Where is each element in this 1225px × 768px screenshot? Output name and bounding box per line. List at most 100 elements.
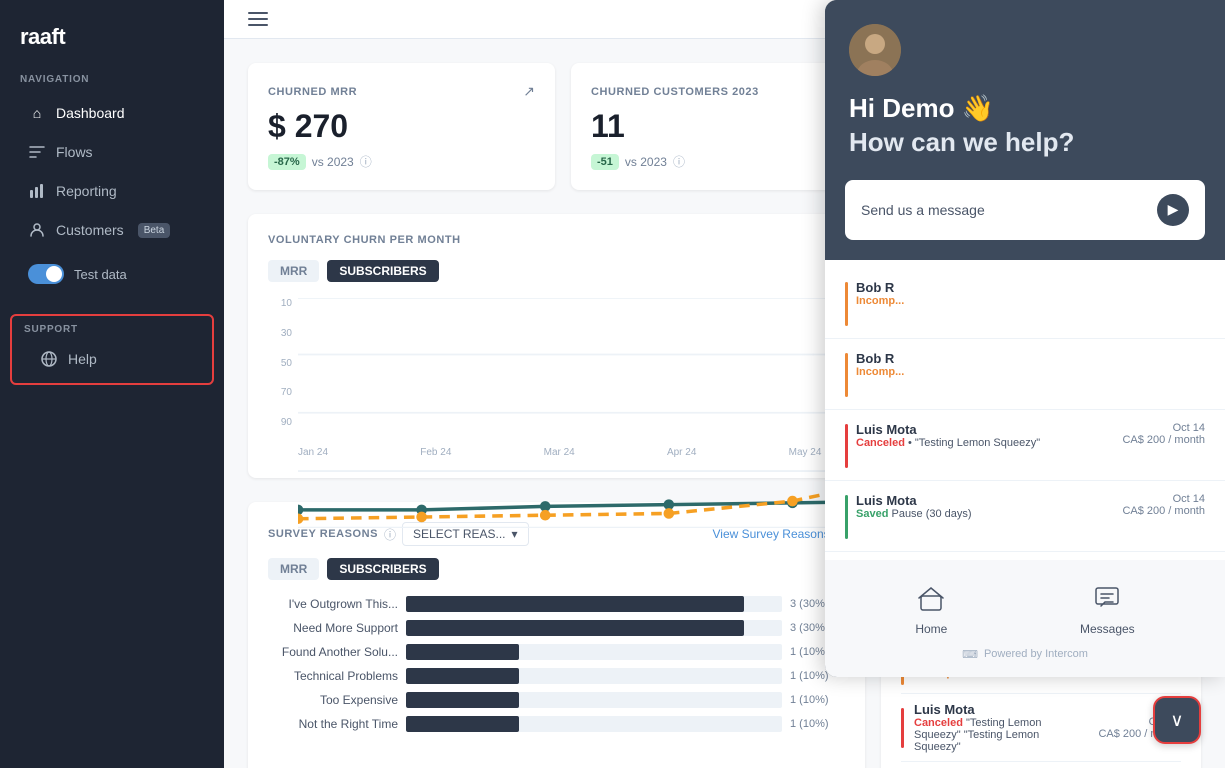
send-button[interactable]: ▶ (1157, 194, 1189, 226)
bar-fill (406, 644, 519, 660)
sidebar-item-flows[interactable]: Flows (8, 133, 216, 171)
nav-label: Messages (1080, 622, 1135, 636)
metric-vs: vs 2023 (625, 155, 667, 169)
x-label: May 24 (789, 447, 822, 458)
item-name: Luis Mota (914, 702, 1088, 717)
bar-row: I've Outgrown This... 3 (30%) (268, 596, 845, 612)
nav-label: Home (915, 622, 947, 636)
survey-btn-subscribers[interactable]: SUBSCRIBERS (327, 558, 438, 580)
x-label: Feb 24 (420, 447, 451, 458)
arrow-icon: ↗ (523, 83, 535, 100)
intercom-header: Hi Demo 👋 How can we help? (825, 0, 1225, 180)
bar-value: 1 (10%) (790, 694, 845, 706)
messages-icon (1093, 584, 1121, 618)
bar-row: Too Expensive 1 (10%) (268, 692, 845, 708)
flows-icon (28, 143, 46, 161)
chart-btn-mrr[interactable]: MRR (268, 260, 319, 282)
test-data-toggle[interactable] (28, 264, 64, 284)
toggle-label: Test data (74, 267, 127, 282)
metric-value: 11 (591, 108, 858, 145)
bar-label: I've Outgrown This... (268, 597, 398, 611)
send-label: Send us a message (861, 202, 985, 218)
bar-track (406, 620, 782, 636)
y-label: 30 (268, 328, 292, 339)
home-icon: ⌂ (28, 104, 46, 122)
sidebar-item-reporting[interactable]: Reporting (8, 172, 216, 210)
hamburger-line (248, 18, 268, 20)
bar-fill (406, 596, 744, 612)
y-label: 70 (268, 387, 292, 398)
bar-value: 1 (10%) (790, 718, 845, 730)
bar-fill (406, 716, 519, 732)
intercom-send-box[interactable]: Send us a message ▶ (845, 180, 1205, 240)
main-nav: ⌂ Dashboard Flows Reporting Customers Be… (0, 93, 224, 250)
x-label: Jan 24 (298, 447, 328, 458)
support-label: SUPPORT (12, 320, 212, 339)
bar-fill (406, 692, 519, 708)
metric-card-title: CHURNED CUSTOMERS 2023 (591, 86, 759, 98)
bar-label: Found Another Solu... (268, 645, 398, 659)
status-bar (845, 282, 848, 326)
item-price: CA$ 200 / month (1122, 505, 1205, 517)
nav-section-label: NAVIGATION (0, 70, 224, 93)
home-icon (917, 584, 945, 618)
bar-row: Found Another Solu... 1 (10%) (268, 644, 845, 660)
intercom-nav-home[interactable]: Home (915, 584, 947, 636)
intercom-bottom: Home Messages ⌨ Powered by Intercom (825, 560, 1225, 677)
chart-btn-subscribers[interactable]: SUBSCRIBERS (327, 260, 438, 282)
sidebar-item-label: Help (68, 351, 97, 367)
sidebar: raaft NAVIGATION ⌂ Dashboard Flows Repor… (0, 0, 224, 768)
intercom-item[interactable]: Luis Mota Canceled • "Testing Lemon Sque… (825, 410, 1225, 481)
powered-icon: ⌨ (962, 648, 978, 661)
survey-section: SURVEY REASONS ⓘ SELECT REAS... ▾ View S… (248, 502, 865, 768)
sidebar-item-label: Flows (56, 144, 93, 160)
status-bar (845, 424, 848, 468)
info-icon[interactable]: ⓘ (384, 526, 396, 543)
intercom-item[interactable]: Bob R Incomp... (825, 268, 1225, 339)
logo-text: raaft (20, 24, 65, 49)
bar-label: Need More Support (268, 621, 398, 635)
item-name: Luis Mota (856, 422, 1114, 437)
x-label: Apr 24 (667, 447, 696, 458)
status-bar (901, 708, 904, 748)
item-date: Oct 14 (1122, 422, 1205, 434)
chevron-down-button[interactable]: ∨ (1153, 696, 1201, 744)
hamburger-line (248, 12, 268, 14)
sidebar-item-dashboard[interactable]: ⌂ Dashboard (8, 94, 216, 132)
item-name: Luis Mota (856, 493, 1114, 508)
intercom-item[interactable]: Luis Mota Saved Pause (30 days) Oct 14 C… (825, 481, 1225, 552)
item-detail: Pause (30 days) (891, 508, 971, 520)
sidebar-item-customers[interactable]: Customers Beta (8, 211, 216, 249)
bar-track (406, 716, 782, 732)
sidebar-item-label: Dashboard (56, 105, 125, 121)
recent-item[interactable]: Luis Mota Saved Pause (30 days) Oct 14 C… (901, 762, 1181, 768)
item-status: Incomp... (856, 366, 1205, 378)
test-data-toggle-row: Test data (8, 254, 216, 294)
chart-y-labels: 90 70 50 30 10 (268, 298, 292, 428)
recent-item[interactable]: Luis Mota Canceled "Testing Lemon Squeez… (901, 694, 1181, 762)
person-icon (28, 221, 46, 239)
reporting-icon (28, 182, 46, 200)
intercom-nav-messages[interactable]: Messages (1080, 584, 1135, 636)
hamburger-menu[interactable] (248, 12, 268, 26)
survey-btn-mrr[interactable]: MRR (268, 558, 319, 580)
powered-by: ⌨ Powered by Intercom (849, 640, 1201, 661)
bar-label: Too Expensive (268, 693, 398, 707)
item-status: Canceled (914, 717, 963, 729)
bar-track (406, 668, 782, 684)
info-icon[interactable]: ⓘ (673, 153, 685, 170)
intercom-items: Bob R Incomp... Bob R Incomp... Luis Mot… (825, 260, 1225, 560)
bar-row: Need More Support 3 (30%) (268, 620, 845, 636)
sidebar-item-help[interactable]: Help (20, 340, 204, 378)
item-detail: • "Testing Lemon Squeezy" (908, 437, 1040, 449)
beta-badge: Beta (138, 223, 171, 238)
sidebar-item-label: Customers (56, 222, 124, 238)
survey-toggle: MRR SUBSCRIBERS (268, 558, 845, 580)
item-status: Saved (856, 508, 888, 520)
intercom-item[interactable]: Bob R Incomp... (825, 339, 1225, 410)
info-icon[interactable]: ⓘ (360, 153, 372, 170)
metric-badge: -87% (268, 154, 306, 170)
intercom-popup: Hi Demo 👋 How can we help? Send us a mes… (825, 0, 1225, 677)
avatar (849, 24, 901, 76)
item-name: Bob R (856, 280, 1205, 295)
